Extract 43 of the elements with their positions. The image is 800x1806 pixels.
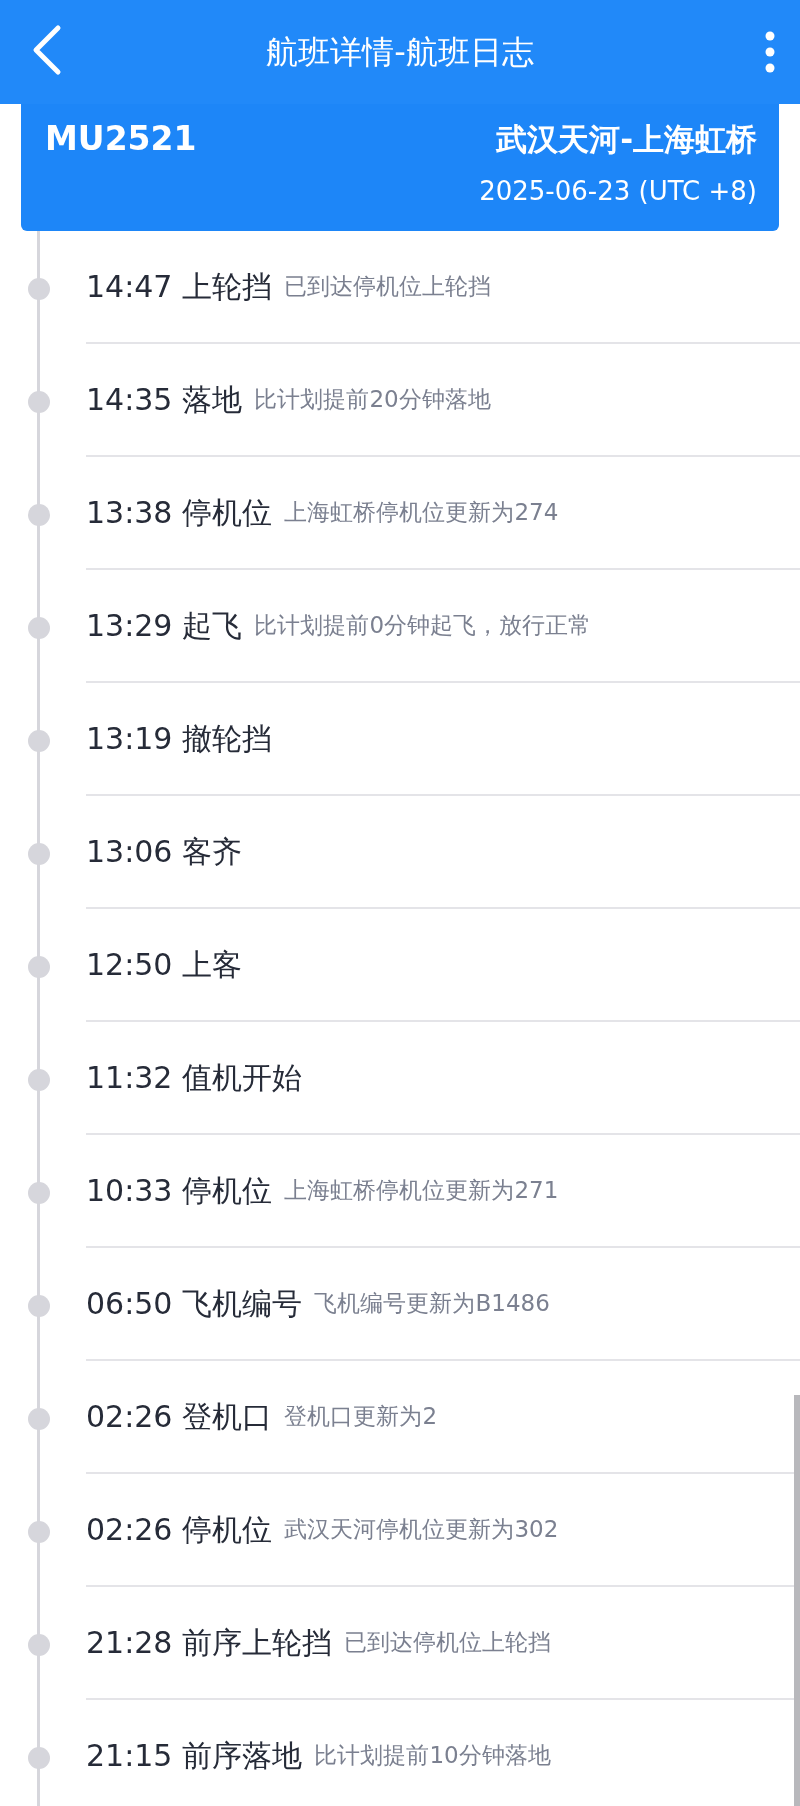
log-event: 登机口 — [182, 1398, 273, 1436]
log-time: 21:15 — [86, 1737, 173, 1775]
log-detail: 武汉天河停机位更新为302 — [284, 1515, 559, 1545]
log-time: 21:28 — [86, 1624, 173, 1662]
log-detail: 登机口更新为2 — [284, 1402, 438, 1432]
log-event: 停机位 — [182, 494, 273, 532]
log-time: 13:19 — [86, 720, 173, 758]
log-time: 14:47 — [86, 268, 173, 306]
log-time: 02:26 — [86, 1511, 173, 1549]
log-event: 值机开始 — [182, 1059, 303, 1097]
log-event: 客齐 — [182, 833, 243, 871]
log-detail: 比计划提前20分钟落地 — [254, 385, 491, 415]
log-time: 11:32 — [86, 1059, 173, 1097]
page-title: 航班详情-航班日志 — [266, 32, 534, 73]
log-detail: 比计划提前10分钟落地 — [314, 1741, 551, 1771]
flight-route: 武汉天河-上海虹桥 — [496, 119, 757, 159]
log-detail: 上海虹桥停机位更新为271 — [284, 1176, 559, 1206]
log-event: 上轮挡 — [182, 268, 273, 306]
log-time: 14:35 — [86, 381, 173, 419]
log-detail: 比计划提前0分钟起飞，放行正常 — [254, 611, 592, 641]
log-detail: 已到达停机位上轮挡 — [344, 1628, 552, 1658]
log-event: 撤轮挡 — [182, 720, 273, 758]
flight-number: MU2521 — [45, 118, 197, 160]
more-icon[interactable] — [764, 30, 776, 74]
log-time: 13:29 — [86, 607, 173, 645]
log-detail: 上海虹桥停机位更新为274 — [284, 498, 559, 528]
log-time: 06:50 — [86, 1285, 173, 1323]
log-event: 前序落地 — [182, 1737, 303, 1775]
log-event: 落地 — [182, 381, 243, 419]
flight-date: 2025-06-23 (UTC +8) — [479, 175, 757, 206]
log-event: 前序上轮挡 — [182, 1624, 333, 1662]
log-time: 13:38 — [86, 494, 173, 532]
log-event: 起飞 — [182, 607, 243, 645]
log-event: 上客 — [182, 946, 243, 984]
log-time: 13:06 — [86, 833, 173, 871]
log-event: 停机位 — [182, 1511, 273, 1549]
log-time: 10:33 — [86, 1172, 173, 1210]
log-time: 02:26 — [86, 1398, 173, 1436]
log-time: 12:50 — [86, 946, 173, 984]
log-detail: 飞机编号更新为B1486 — [314, 1289, 550, 1319]
log-event: 停机位 — [182, 1172, 273, 1210]
log-event: 飞机编号 — [182, 1285, 303, 1323]
log-detail: 已到达停机位上轮挡 — [284, 272, 492, 302]
